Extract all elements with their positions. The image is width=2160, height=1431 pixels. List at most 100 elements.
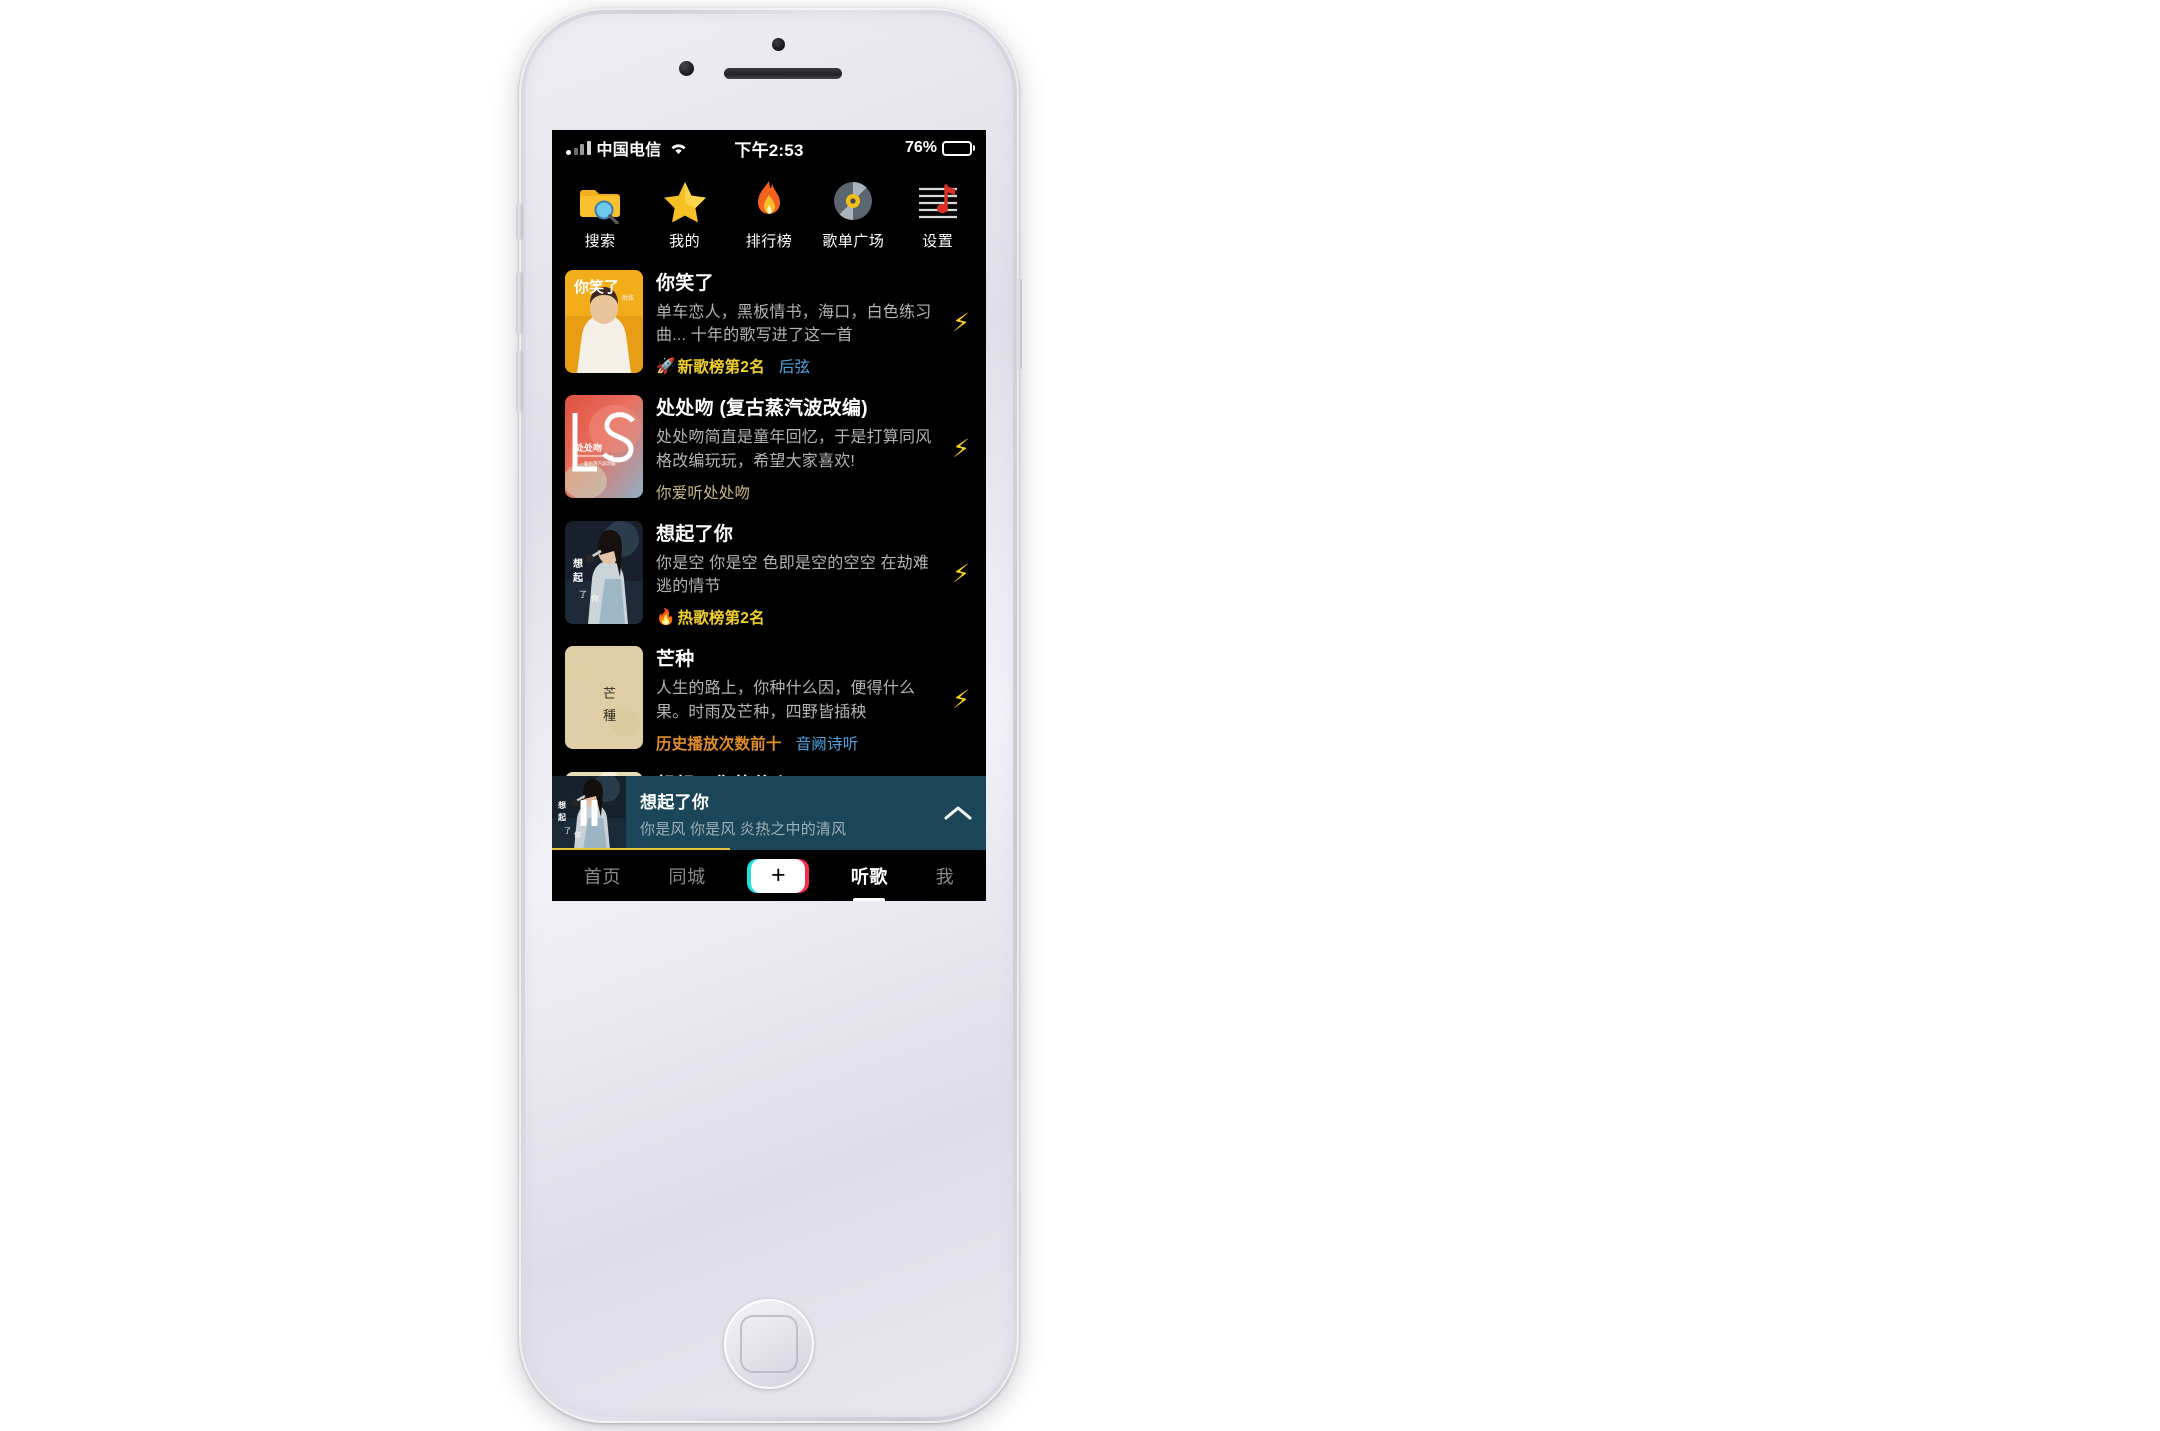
folder-search-icon (577, 178, 623, 225)
nav-item-settings[interactable]: 设置 (900, 178, 976, 251)
song-info: 想起了你 你是空 你是空 色即是空的空空 在劫难逃的情节 🔥 热歌榜第2名 (656, 521, 935, 628)
song-title: 你笑了 (656, 273, 714, 294)
list-item[interactable]: 处处吻 复古蒸汽波改编 处处吻 (复古蒸汽波改编) 处处吻简直是童年回忆，于是打… (552, 386, 986, 511)
rank-badge[interactable]: 🔥 热歌榜第2名 (656, 606, 765, 628)
nav-item-label: 排行榜 (745, 233, 793, 250)
nav-item-label: 歌单广场 (822, 233, 885, 250)
carrier-label: 中国电信 (596, 142, 662, 159)
svg-text:你: 你 (591, 593, 599, 603)
svg-text:复古蒸汽波改编: 复古蒸汽波改编 (584, 460, 616, 467)
artist-link[interactable]: 音阙诗听 (796, 732, 859, 754)
list-item[interactable]: 你笑了 后弦 你笑了 单车恋人，黑板情书，海口，白色练习曲... 十年的歌写进了… (552, 261, 986, 386)
lightning-bolt-icon[interactable]: ⚡ (948, 311, 974, 336)
song-tags: 🚀 新歌榜第2名 后弦 (656, 355, 935, 377)
svg-text:了: 了 (564, 827, 571, 835)
lightning-bolt-icon[interactable]: ⚡ (948, 687, 974, 713)
volume-up-button[interactable] (516, 272, 523, 334)
rocket-icon: 🚀 (656, 357, 676, 375)
pause-icon[interactable] (580, 800, 598, 826)
artist-link[interactable]: 后弦 (779, 355, 810, 377)
nav-item-label: 我的 (669, 233, 701, 250)
status-bar-clock: 下午2:53 (734, 140, 804, 160)
mini-player-subtitle: 你是风 你是风 炎热之中的清风 (640, 820, 847, 838)
play-count-badge[interactable]: 历史播放次数前十 (656, 732, 782, 754)
svg-text:你: 你 (574, 830, 581, 839)
nav-item-label: 设置 (922, 233, 954, 250)
nav-item-ranking[interactable]: 排行榜 (731, 178, 807, 251)
tab-nearby[interactable]: 同城 (667, 859, 708, 893)
earpiece-speaker (724, 68, 842, 79)
phone-device: 中国电信 下午2:53 76% 搜索 我的 排行榜 歌单广场 设置 你笑了 后弦… (516, 8, 1022, 1423)
nav-item-label: 搜索 (584, 233, 616, 250)
song-description: 处处吻简直是童年回忆，于是打算同风格改编玩玩，希望大家喜欢! (656, 429, 932, 470)
album-cover[interactable]: 芒 種 (565, 646, 643, 750)
svg-text:处处吻: 处处吻 (574, 442, 602, 453)
rank-badge-label: 新歌榜第2名 (677, 359, 765, 377)
status-bar-right: 76% (905, 139, 972, 157)
list-item[interactable]: 想 起 了 你 想起了你 你是空 你是空 色即是空的空空 在劫难逃的情节 🔥 热歌… (552, 512, 986, 637)
song-description: 人生的路上，你种什么因，便得什么果。时雨及芒种，四野皆插秧 (656, 680, 916, 721)
lightning-bolt-icon[interactable]: ⚡ (948, 562, 974, 587)
nav-item-search[interactable]: 搜索 (562, 178, 638, 251)
album-cover[interactable]: 你笑了 后弦 (565, 270, 643, 373)
home-button[interactable] (724, 1299, 814, 1389)
chevron-up-icon[interactable] (930, 803, 986, 823)
proximity-sensor-icon (772, 38, 785, 51)
song-title: 想起了你 (656, 523, 734, 545)
fire-icon: 🔥 (656, 608, 676, 626)
phone-screen: 中国电信 下午2:53 76% 搜索 我的 排行榜 歌单广场 设置 你笑了 后弦… (552, 130, 986, 901)
nav-item-mine[interactable]: 我的 (647, 178, 723, 251)
song-tags: 你爱听处处吻 (656, 481, 935, 503)
svg-text:想: 想 (557, 800, 566, 810)
battery-icon (942, 140, 972, 156)
create-button[interactable]: + (747, 858, 810, 893)
wifi-icon (669, 141, 688, 156)
front-camera-icon (679, 61, 694, 76)
song-info: 芒种 人生的路上，你种什么因，便得什么果。时雨及芒种，四野皆插秧 历史播放次数前… (656, 646, 935, 753)
song-title: 芒种 (656, 649, 695, 671)
star-icon (662, 178, 708, 224)
signal-bars-icon (566, 141, 591, 155)
svg-text:想: 想 (572, 557, 583, 570)
svg-text:后弦: 后弦 (622, 294, 634, 302)
svg-text:了: 了 (579, 590, 587, 599)
top-nav-bar: 搜索 我的 排行榜 歌单广场 设置 (552, 166, 986, 261)
svg-text:起: 起 (572, 571, 584, 584)
volume-down-button[interactable] (516, 350, 523, 412)
album-cover[interactable]: 处处吻 复古蒸汽波改编 (565, 395, 643, 499)
tab-listen[interactable]: 听歌 (849, 859, 890, 893)
lightning-bolt-icon[interactable]: ⚡ (948, 436, 974, 462)
mini-player-title: 想起了你 (640, 792, 710, 812)
vinyl-record-icon (830, 178, 876, 224)
music-note-staff-icon (915, 178, 961, 224)
rank-badge[interactable]: 🚀 新歌榜第2名 (656, 355, 765, 377)
album-cover[interactable]: 想 起 了 你 (565, 520, 643, 624)
mini-player-cover[interactable]: 想 起 了 你 (552, 776, 626, 850)
nav-item-playlist-square[interactable]: 歌单广场 (815, 178, 891, 251)
screenshot-canvas: 中国电信 下午2:53 76% 搜索 我的 排行榜 歌单广场 设置 你笑了 后弦… (0, 0, 2160, 1431)
tab-home[interactable]: 首页 (582, 859, 623, 893)
song-tags: 🔥 热歌榜第2名 (656, 606, 935, 628)
song-tags: 历史播放次数前十 音阙诗听 (656, 732, 935, 754)
svg-text:芒: 芒 (603, 686, 616, 701)
mini-player[interactable]: 想 起 了 你 想起了你 你是风 你是风 炎热之中的清风 (552, 776, 986, 850)
song-description: 你是空 你是空 色即是空的空空 在劫难逃的情节 (656, 554, 930, 596)
song-title: 处处吻 (复古蒸汽波改编) (656, 398, 868, 420)
plus-icon[interactable]: + (747, 858, 810, 893)
bottom-tab-bar: 首页 同城 + 听歌 我 (552, 850, 986, 901)
mute-switch[interactable] (516, 204, 523, 240)
rank-badge-label: 热歌榜第2名 (677, 610, 765, 628)
song-description: 单车恋人，黑板情书，海口，白色练习曲... 十年的歌写进了这一首 (656, 303, 932, 345)
song-info: 处处吻 (复古蒸汽波改编) 处处吻简直是童年回忆，于是打算同风格改编玩玩，希望大… (656, 395, 935, 502)
svg-text:種: 種 (603, 708, 616, 723)
playlist-tag[interactable]: 你爱听处处吻 (656, 481, 750, 503)
tab-me[interactable]: 我 (934, 859, 957, 893)
status-bar: 中国电信 下午2:53 76% (552, 130, 986, 166)
battery-percent-label: 76% (904, 139, 937, 156)
list-item[interactable]: 芒 種 芒种 人生的路上，你种什么因，便得什么果。时雨及芒种，四野皆插秧 历史播… (552, 637, 986, 762)
status-bar-left: 中国电信 (566, 136, 688, 160)
fire-icon (746, 178, 792, 224)
song-info: 你笑了 单车恋人，黑板情书，海口，白色练习曲... 十年的歌写进了这一首 🚀 新歌… (656, 270, 935, 377)
svg-text:起: 起 (557, 812, 567, 822)
power-button[interactable] (1015, 278, 1022, 370)
